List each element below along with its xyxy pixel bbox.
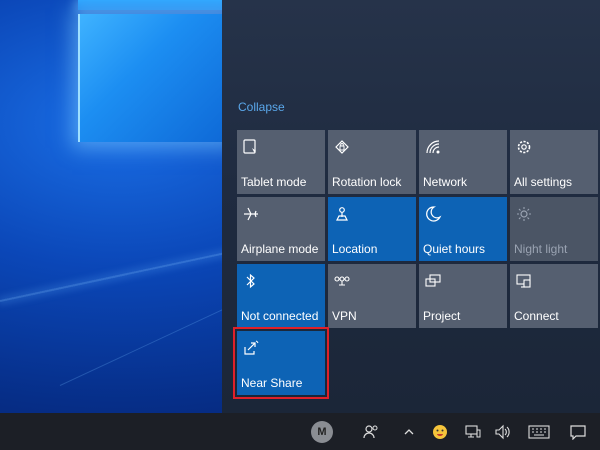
tile-label: Tablet mode [241,175,307,189]
light-beam [59,300,242,386]
emoji-tray-button[interactable] [428,413,452,450]
all-settings-tile[interactable]: All settings [510,130,598,194]
action-center-button[interactable] [566,413,590,450]
project-icon [424,272,442,290]
connect-icon [515,272,533,290]
emoji-icon [433,424,447,439]
taskbar: M [0,413,600,450]
user-avatar-button[interactable]: M [308,413,336,450]
project-tile[interactable]: Project [419,264,507,328]
windows-logo-pane [78,14,230,142]
volume-icon [495,424,510,439]
show-hidden-icons-button[interactable] [398,413,420,450]
rotation-lock-icon [333,138,351,156]
tile-label: Airplane mode [241,242,319,256]
quiet-hours-tile[interactable]: Quiet hours [419,197,507,261]
touch-keyboard-button[interactable] [524,413,554,450]
network-tile[interactable]: Network [419,130,507,194]
tile-label: Night light [514,242,568,256]
tablet-mode-tile[interactable]: Tablet mode [237,130,325,194]
near-share-icon [242,339,260,357]
location-tile[interactable]: Location [328,197,416,261]
moon-icon [424,205,442,223]
tablet-mode-icon [242,138,260,156]
avatar: M [311,420,333,443]
tile-label: Connect [514,309,559,323]
airplane-icon [242,205,260,223]
windows-logo-pane-top [78,0,228,10]
near-share-tile[interactable]: Near Share [233,327,329,399]
location-icon [333,205,351,223]
keyboard-icon [528,424,550,439]
light-beam [0,245,255,302]
night-light-tile[interactable]: Night light [510,197,598,261]
quick-actions-grid: Tablet mode Rotation lock Network All se… [233,130,598,399]
tile-label: Rotation lock [332,175,402,189]
tile-label: Network [423,175,468,189]
tile-label: Quiet hours [423,242,486,256]
network-status-button[interactable] [460,413,486,450]
brightness-icon [515,205,533,223]
gear-icon [515,138,533,156]
tile-label: VPN [332,309,357,323]
tile-label: Location [332,242,378,256]
network-status-icon [465,424,481,438]
tile-label: All settings [514,175,573,189]
bluetooth-icon [242,272,260,290]
tile-label: Not connected [241,309,319,323]
network-icon [424,138,442,156]
people-button[interactable] [358,413,384,450]
vpn-tile[interactable]: VPN [328,264,416,328]
collapse-link[interactable]: Collapse [238,100,285,114]
chevron-up-icon [404,428,414,434]
tile-label: Near Share [241,376,303,390]
action-center-panel: Collapse Tablet mode Rotation lock Netwo… [222,0,600,413]
bluetooth-tile[interactable]: Not connected [237,264,325,328]
vpn-icon [333,272,351,290]
notification-icon [570,424,586,440]
airplane-mode-tile[interactable]: Airplane mode [237,197,325,261]
tile-label: Project [423,309,461,323]
people-icon [363,424,378,438]
volume-button[interactable] [490,413,516,450]
rotation-lock-tile[interactable]: Rotation lock [328,130,416,194]
connect-tile[interactable]: Connect [510,264,598,328]
